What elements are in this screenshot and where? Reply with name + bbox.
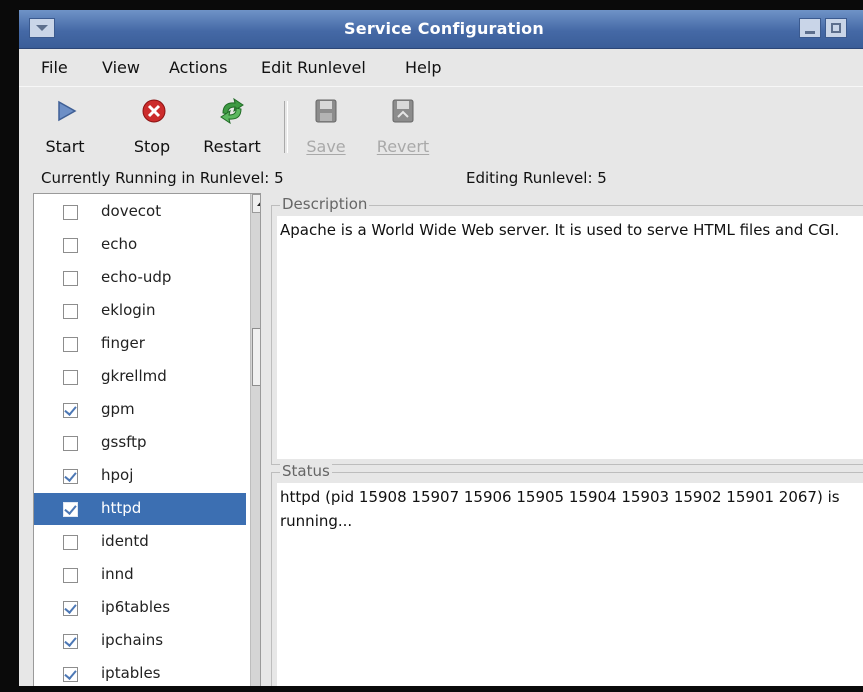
service-list-scrollbar[interactable] bbox=[250, 194, 260, 686]
menu-actions[interactable]: Actions bbox=[169, 58, 227, 77]
service-row-httpd[interactable]: httpd bbox=[34, 493, 246, 525]
stop-label: Stop bbox=[133, 137, 171, 156]
service-row-ipchains[interactable]: ipchains bbox=[34, 625, 246, 657]
service-checkbox[interactable] bbox=[63, 238, 78, 253]
save-button[interactable]: Save bbox=[303, 87, 349, 165]
revert-button[interactable]: Revert bbox=[375, 87, 431, 165]
minimize-icon bbox=[805, 31, 815, 34]
menu-bar: File View Actions Edit Runlevel Help bbox=[19, 49, 863, 85]
window-title: Service Configuration bbox=[344, 19, 544, 38]
menu-view[interactable]: View bbox=[102, 58, 140, 77]
maximize-button[interactable] bbox=[825, 18, 847, 38]
status-panel: httpd (pid 15908 15907 15906 15905 15904… bbox=[277, 483, 863, 686]
service-checkbox[interactable] bbox=[63, 568, 78, 583]
service-checkbox[interactable] bbox=[63, 535, 78, 550]
service-checkbox[interactable] bbox=[63, 370, 78, 385]
restart-button[interactable]: Restart bbox=[197, 87, 267, 165]
restart-label: Restart bbox=[203, 137, 261, 156]
service-row-echo[interactable]: echo bbox=[34, 229, 246, 261]
runlevel-status-line: Currently Running in Runlevel: 5 Editing… bbox=[19, 165, 863, 193]
arrow-up-icon bbox=[257, 200, 260, 206]
service-checkbox[interactable] bbox=[63, 205, 78, 220]
service-checkbox[interactable] bbox=[63, 601, 78, 616]
service-name: dovecot bbox=[101, 202, 162, 220]
description-panel: Apache is a World Wide Web server. It is… bbox=[277, 216, 863, 459]
revert-icon bbox=[392, 99, 414, 123]
service-row-hpoj[interactable]: hpoj bbox=[34, 460, 246, 492]
service-row-dovecot[interactable]: dovecot bbox=[34, 196, 246, 228]
status-text: httpd (pid 15908 15907 15906 15905 15904… bbox=[280, 488, 840, 530]
revert-label: Revert bbox=[376, 137, 430, 156]
service-name: gpm bbox=[101, 400, 135, 418]
service-checkbox[interactable] bbox=[63, 271, 78, 286]
description-label: Description bbox=[280, 195, 370, 213]
service-name: identd bbox=[101, 532, 149, 550]
service-name: ip6tables bbox=[101, 598, 171, 616]
service-checkbox[interactable] bbox=[63, 667, 78, 682]
start-label: Start bbox=[45, 137, 85, 156]
service-row-gpm[interactable]: gpm bbox=[34, 394, 246, 426]
menu-edit-runlevel[interactable]: Edit Runlevel bbox=[261, 58, 366, 77]
scroll-up-button[interactable] bbox=[252, 194, 260, 213]
service-checkbox[interactable] bbox=[63, 304, 78, 319]
service-name: ipchains bbox=[101, 631, 164, 649]
service-row-eklogin[interactable]: eklogin bbox=[34, 295, 246, 327]
start-icon bbox=[58, 100, 77, 122]
service-list: dovecot echo echo-udp eklogin finger gkrellmd… bbox=[33, 193, 261, 686]
service-name: gssftp bbox=[101, 433, 147, 451]
service-row-iptables[interactable]: iptables bbox=[34, 658, 246, 686]
service-checkbox[interactable] bbox=[63, 469, 78, 484]
service-row-echo-udp[interactable]: echo-udp bbox=[34, 262, 246, 294]
service-name: echo-udp bbox=[101, 268, 172, 286]
service-row-gkrellmd[interactable]: gkrellmd bbox=[34, 361, 246, 393]
service-checkbox[interactable] bbox=[63, 403, 78, 418]
service-row-identd[interactable]: identd bbox=[34, 526, 246, 558]
service-name: gkrellmd bbox=[101, 367, 167, 385]
toolbar-separator bbox=[284, 101, 288, 153]
toolbar: Start Stop Restart Save Revert bbox=[19, 86, 863, 165]
service-name: innd bbox=[101, 565, 134, 583]
service-name: iptables bbox=[101, 664, 161, 682]
service-name: httpd bbox=[101, 499, 142, 517]
service-row-ip6tables[interactable]: ip6tables bbox=[34, 592, 246, 624]
service-row-finger[interactable]: finger bbox=[34, 328, 246, 360]
current-runlevel-text: Currently Running in Runlevel: 5 bbox=[41, 169, 284, 187]
description-group: Description Apache is a World Wide Web s… bbox=[271, 195, 863, 465]
scroll-thumb[interactable] bbox=[252, 328, 260, 386]
status-group: Status httpd (pid 15908 15907 15906 1590… bbox=[271, 462, 863, 686]
service-checkbox[interactable] bbox=[63, 634, 78, 649]
minimize-button[interactable] bbox=[799, 18, 821, 38]
stop-icon bbox=[142, 99, 166, 123]
service-checkbox[interactable] bbox=[63, 436, 78, 451]
maximize-icon bbox=[831, 23, 841, 33]
service-name: echo bbox=[101, 235, 138, 253]
start-button[interactable]: Start bbox=[43, 87, 87, 165]
stop-button[interactable]: Stop bbox=[127, 87, 177, 165]
status-label: Status bbox=[280, 462, 332, 480]
editing-runlevel-text: Editing Runlevel: 5 bbox=[466, 169, 607, 187]
service-name: hpoj bbox=[101, 466, 134, 484]
service-name: finger bbox=[101, 334, 145, 352]
menu-help[interactable]: Help bbox=[405, 58, 441, 77]
service-checkbox[interactable] bbox=[63, 337, 78, 352]
menu-file[interactable]: File bbox=[41, 58, 68, 77]
save-label: Save bbox=[306, 137, 346, 156]
service-row-innd[interactable]: innd bbox=[34, 559, 246, 591]
save-icon bbox=[315, 99, 337, 123]
service-checkbox[interactable] bbox=[63, 502, 78, 517]
description-text: Apache is a World Wide Web server. It is… bbox=[280, 221, 840, 239]
title-bar[interactable]: Service Configuration bbox=[19, 10, 863, 49]
service-row-gssftp[interactable]: gssftp bbox=[34, 427, 246, 459]
service-name: eklogin bbox=[101, 301, 156, 319]
service-configuration-window: Service Configuration File View Actions … bbox=[19, 10, 863, 686]
restart-icon bbox=[220, 97, 244, 125]
